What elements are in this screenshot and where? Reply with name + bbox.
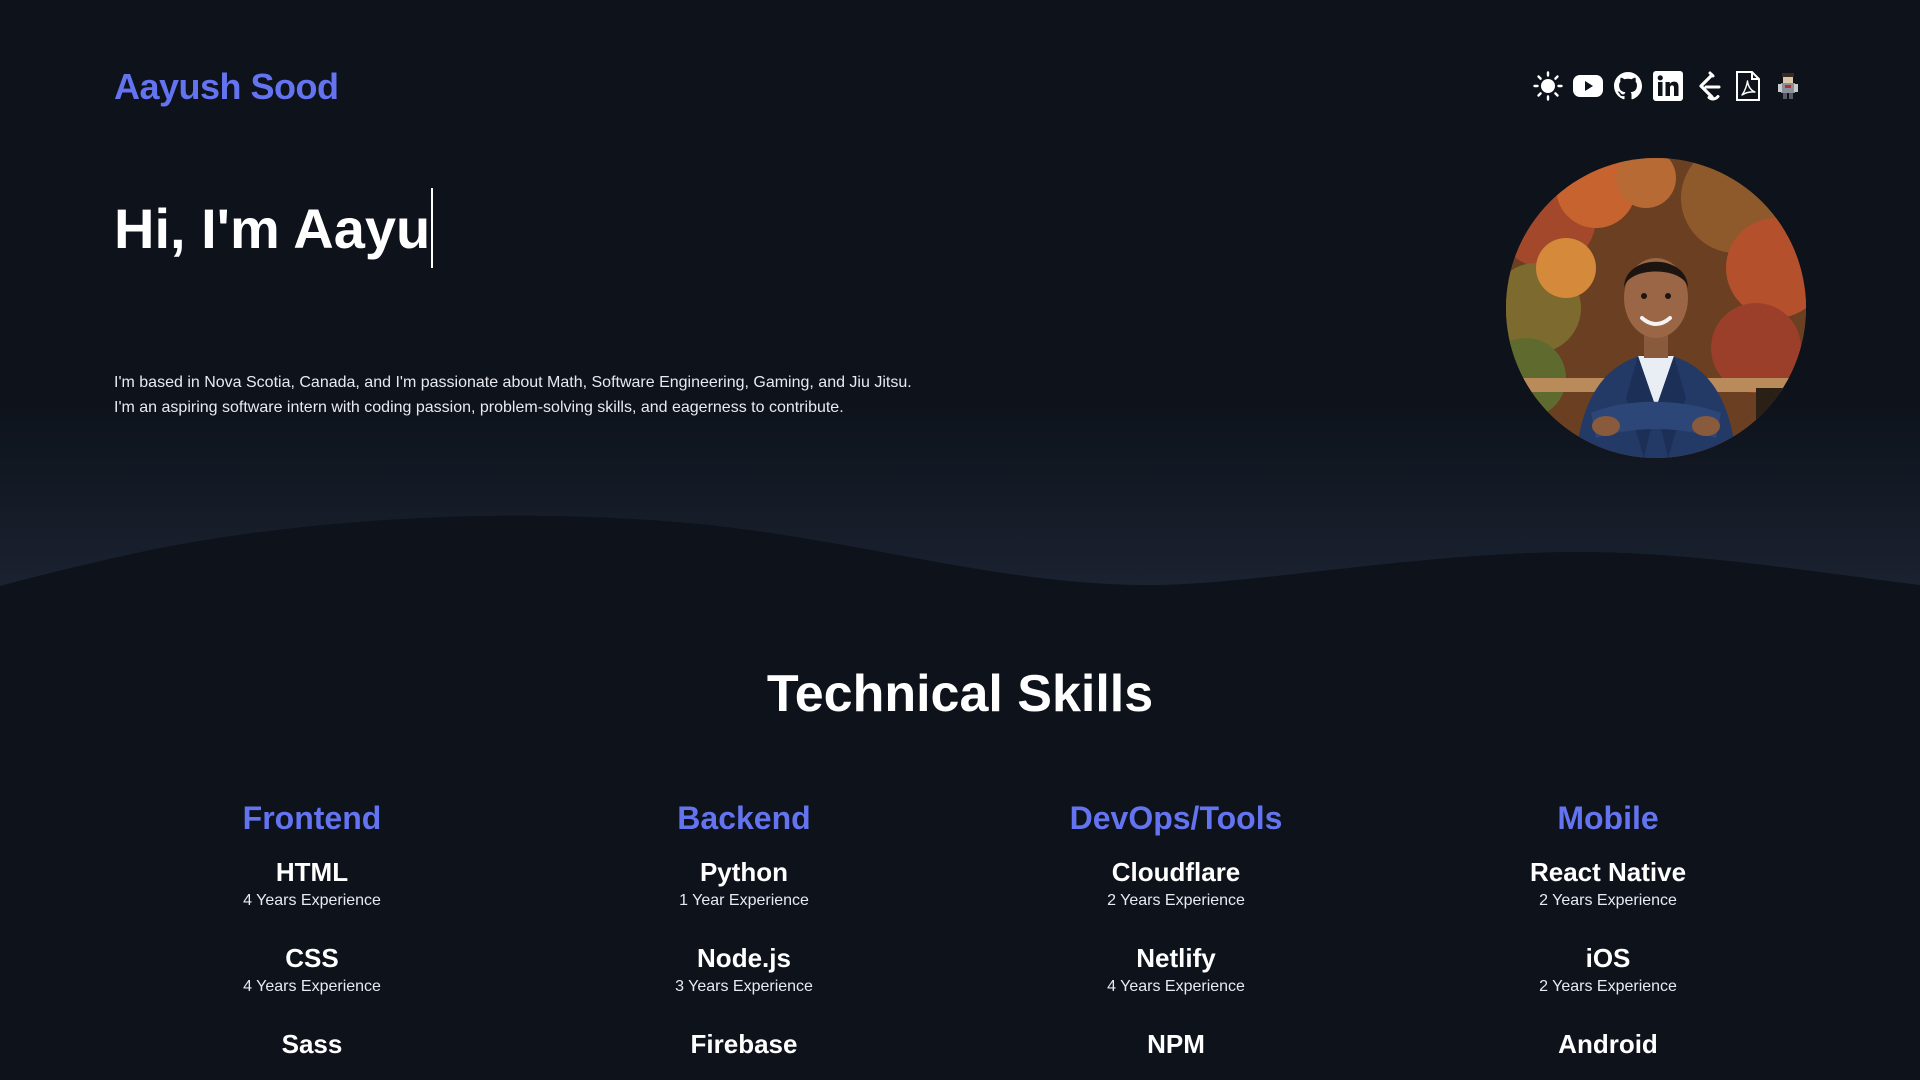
skill-column-devops-tools: DevOps/Tools Cloudflare 2 Years Experien… bbox=[960, 798, 1392, 1080]
pdf-icon[interactable] bbox=[1732, 70, 1764, 102]
skill-category-title: Frontend bbox=[242, 800, 382, 836]
skill-item: NPM bbox=[960, 1028, 1392, 1080]
skill-name: Node.js bbox=[697, 943, 791, 973]
skill-name: iOS bbox=[1585, 943, 1631, 973]
skill-item: React Native 2 Years Experience bbox=[1392, 856, 1824, 942]
skill-name: Python bbox=[699, 857, 789, 887]
skill-name: React Native bbox=[1529, 857, 1687, 887]
hero-intro-line-2: I'm an aspiring software intern with cod… bbox=[114, 399, 844, 416]
github-icon[interactable] bbox=[1612, 70, 1644, 102]
skill-item: Node.js 3 Years Experience bbox=[528, 942, 960, 1028]
skill-category-title: Mobile bbox=[1557, 800, 1659, 836]
site-brand[interactable]: Aayush Sood bbox=[114, 66, 339, 108]
skill-name: Cloudflare bbox=[1111, 857, 1241, 887]
skill-experience: 3 Years Experience bbox=[675, 978, 813, 995]
skill-name: CSS bbox=[285, 943, 339, 973]
skill-item: Cloudflare 2 Years Experience bbox=[960, 856, 1392, 942]
skill-item: Android bbox=[1392, 1028, 1824, 1080]
skill-item: iOS 2 Years Experience bbox=[1392, 942, 1824, 1028]
page: Aayush Sood Hi, I'm Aayu I'm based in No… bbox=[0, 0, 1920, 1080]
skill-experience: 2 Years Experience bbox=[1107, 892, 1245, 909]
skill-experience: 4 Years Experience bbox=[243, 892, 381, 909]
skill-item: Sass bbox=[96, 1028, 528, 1080]
hero-intro-line-1: I'm based in Nova Scotia, Canada, and I'… bbox=[114, 374, 912, 391]
skill-name: NPM bbox=[1147, 1029, 1205, 1059]
skill-category-title: Backend bbox=[677, 800, 811, 836]
hero-greeting: Hi, I'm Aayu bbox=[114, 188, 434, 268]
skills-grid: Frontend HTML 4 Years Experience CSS 4 Y… bbox=[96, 798, 1824, 1080]
skill-name: Android bbox=[1558, 1029, 1658, 1059]
skill-name: Sass bbox=[281, 1029, 343, 1059]
skill-item: Python 1 Year Experience bbox=[528, 856, 960, 942]
skill-name: Firebase bbox=[690, 1029, 798, 1059]
skill-category-title: DevOps/Tools bbox=[1069, 800, 1283, 836]
skills-title: Technical Skills bbox=[766, 665, 1154, 723]
leetcode-icon[interactable] bbox=[1692, 70, 1724, 102]
youtube-icon[interactable] bbox=[1572, 70, 1604, 102]
skill-column-mobile: Mobile React Native 2 Years Experience i… bbox=[1392, 798, 1824, 1080]
profile-photo bbox=[1506, 158, 1806, 458]
hero-greeting-text: Hi, I'm Aayu bbox=[114, 196, 431, 260]
skill-column-frontend: Frontend HTML 4 Years Experience CSS 4 Y… bbox=[96, 798, 528, 1080]
skill-experience: 1 Year Experience bbox=[679, 892, 809, 909]
skill-column-backend: Backend Python 1 Year Experience Node.js… bbox=[528, 798, 960, 1080]
skill-experience: 2 Years Experience bbox=[1539, 978, 1677, 995]
skill-experience: 4 Years Experience bbox=[243, 978, 381, 995]
hero-intro: I'm based in Nova Scotia, Canada, and I'… bbox=[114, 370, 912, 420]
skill-experience: 2 Years Experience bbox=[1539, 892, 1677, 909]
skill-item: Netlify 4 Years Experience bbox=[960, 942, 1392, 1028]
skill-item: HTML 4 Years Experience bbox=[96, 856, 528, 942]
skill-name: Netlify bbox=[1136, 943, 1216, 973]
skill-item: Firebase bbox=[528, 1028, 960, 1080]
sun-icon[interactable] bbox=[1532, 70, 1564, 102]
header-icon-bar bbox=[1532, 70, 1804, 102]
typing-caret bbox=[431, 188, 434, 268]
linkedin-icon[interactable] bbox=[1652, 70, 1684, 102]
skill-name: HTML bbox=[275, 857, 349, 887]
character-icon[interactable] bbox=[1772, 70, 1804, 102]
skill-item: CSS 4 Years Experience bbox=[96, 942, 528, 1028]
skill-experience: 4 Years Experience bbox=[1107, 978, 1245, 995]
